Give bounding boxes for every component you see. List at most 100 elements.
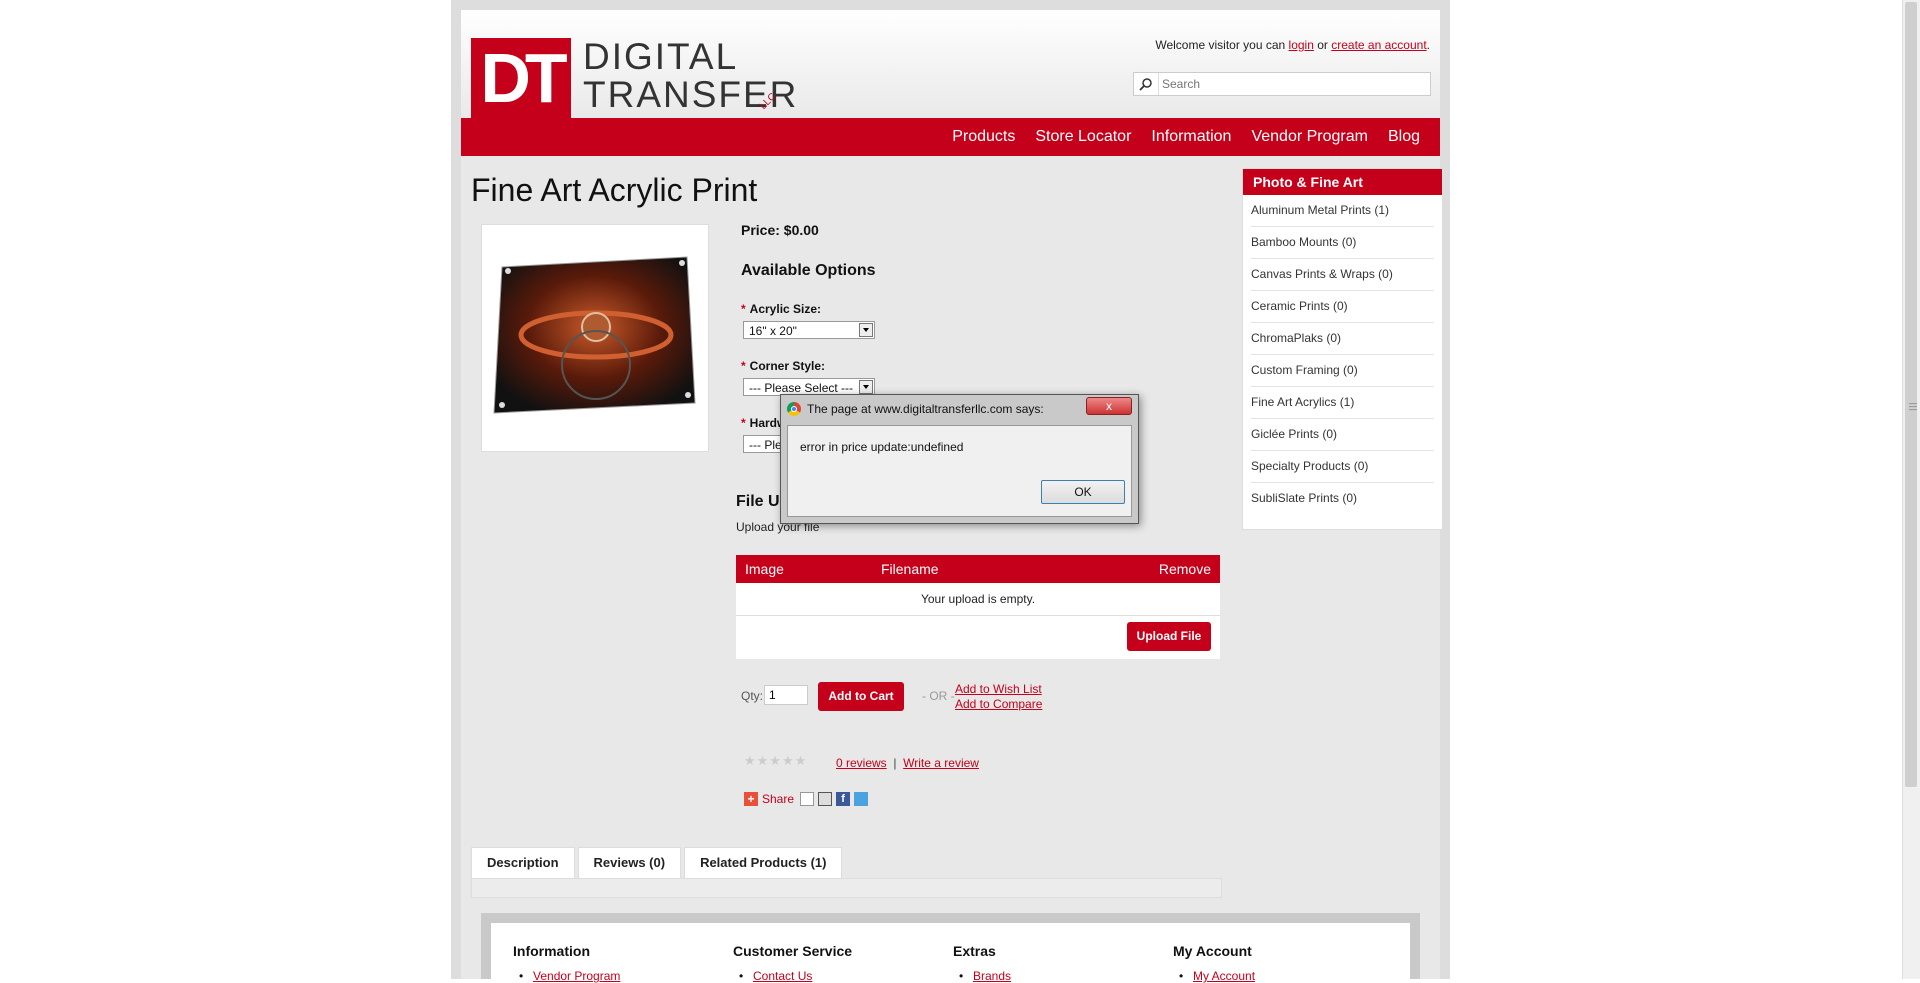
select-value: --- Please Select ---: [749, 381, 854, 395]
dialog-message: error in price update:undefined: [800, 440, 964, 454]
sidebar-item-bamboo-mounts[interactable]: Bamboo Mounts (0): [1251, 227, 1434, 259]
add-to-cart-button[interactable]: Add to Cart: [818, 682, 904, 711]
logo-line-1: DIGITAL: [583, 36, 739, 77]
col-remove: Remove: [1158, 561, 1211, 577]
sidebar-item-sublislate-prints[interactable]: SubliSlate Prints (0): [1251, 483, 1434, 514]
scrollbar-thumb[interactable]: — — —: [1905, 2, 1917, 787]
tab-description[interactable]: Description: [471, 847, 575, 879]
nav-item-products[interactable]: Products: [942, 118, 1025, 156]
option-label-text: Corner Style:: [749, 359, 826, 373]
chevron-down-icon[interactable]: [859, 323, 873, 337]
sidebar-item-chromaplaks[interactable]: ChromaPlaks (0): [1251, 323, 1434, 355]
review-links: 0 reviews | Write a review: [836, 756, 979, 770]
footer-box: Information Vendor Program Customer Serv…: [491, 923, 1410, 983]
sidebar-item-giclee-prints[interactable]: Giclée Prints (0): [1251, 419, 1434, 451]
acrylic-size-select[interactable]: 16" x 20": [743, 321, 875, 339]
footer-link[interactable]: Contact Us: [733, 969, 852, 983]
grip-icon: — — —: [1909, 399, 1917, 414]
footer-link[interactable]: Brands: [953, 969, 1011, 983]
add-to-compare-link[interactable]: Add to Compare: [955, 697, 1042, 711]
upload-table-header: Image Filename Remove: [736, 555, 1220, 583]
share-bar: + Share f: [744, 790, 872, 808]
footer-heading: Extras: [953, 943, 996, 959]
site-logo[interactable]: DT DIGITAL TRANSFER LLC: [471, 28, 796, 118]
qty-input[interactable]: [764, 685, 808, 705]
col-filename: Filename: [881, 561, 939, 577]
option-label-acrylic-size: * Acrylic Size:: [741, 302, 821, 316]
tab-related-products[interactable]: Related Products (1): [684, 847, 843, 879]
sidebar-item-custom-framing[interactable]: Custom Framing (0): [1251, 355, 1434, 387]
tab-reviews[interactable]: Reviews (0): [577, 847, 682, 879]
close-icon[interactable]: x: [1086, 397, 1132, 415]
search-box: [1133, 72, 1431, 96]
share-plus-icon[interactable]: +: [744, 792, 758, 806]
upload-table: Image Filename Remove Your upload is emp…: [736, 555, 1220, 659]
write-review-link[interactable]: Write a review: [903, 756, 979, 770]
email-icon[interactable]: [800, 792, 815, 806]
option-label-text: Acrylic Size:: [749, 302, 822, 316]
required-mark: *: [741, 302, 746, 316]
sidebar-item-fine-art-acrylics[interactable]: Fine Art Acrylics (1): [1251, 387, 1434, 419]
tab-panel: [471, 878, 1222, 898]
footer-col-customer-service: Customer Service Contact Us: [733, 943, 852, 983]
nav-item-blog[interactable]: Blog: [1378, 118, 1430, 156]
search-icon[interactable]: [1134, 73, 1159, 95]
chrome-icon: [787, 402, 801, 416]
product-image-frame[interactable]: [481, 224, 709, 452]
header: DT DIGITAL TRANSFER LLC Welcome visitor …: [461, 10, 1440, 118]
alert-dialog: The page at www.digitaltransferllc.com s…: [780, 394, 1139, 524]
product-image[interactable]: [492, 255, 697, 415]
footer-link[interactable]: Vendor Program: [513, 969, 620, 983]
logo-mark: DT: [471, 38, 571, 118]
upload-file-button[interactable]: Upload File: [1127, 622, 1211, 651]
main-nav: Products Store Locator Information Vendo…: [461, 118, 1440, 156]
sidebar-item-specialty-products[interactable]: Specialty Products (0): [1251, 451, 1434, 483]
create-account-link[interactable]: create an account: [1331, 38, 1426, 52]
rating-stars: ★★★★★: [744, 753, 808, 768]
qty-label: Qty:: [741, 689, 764, 703]
welcome-prefix: Welcome visitor you can: [1155, 38, 1286, 52]
options-title: Available Options: [741, 262, 876, 279]
reviews-count-link[interactable]: 0 reviews: [836, 756, 887, 770]
sidebar-title: Photo & Fine Art: [1243, 169, 1442, 195]
twitter-icon[interactable]: [854, 792, 869, 806]
footer-heading: Customer Service: [733, 943, 853, 959]
select-value: 16" x 20": [749, 324, 797, 338]
dialog-body: error in price update:undefined OK: [787, 425, 1132, 517]
product-tabs: Description Reviews (0) Related Products…: [471, 847, 845, 879]
required-mark: *: [741, 359, 746, 373]
chevron-down-icon[interactable]: [859, 380, 873, 394]
or-separator: - OR -: [922, 689, 955, 703]
welcome-or: or: [1317, 38, 1328, 52]
welcome-suffix: .: [1426, 38, 1430, 52]
footer-col-extras: Extras Brands: [953, 943, 1011, 983]
sidebar-item-canvas-prints[interactable]: Canvas Prints & Wraps (0): [1251, 259, 1434, 291]
product-title: Fine Art Acrylic Print: [471, 172, 758, 208]
print-icon[interactable]: [818, 792, 833, 806]
footer-col-my-account: My Account My Account: [1173, 943, 1255, 983]
footer: Information Vendor Program Customer Serv…: [481, 913, 1420, 983]
share-link[interactable]: Share: [762, 792, 794, 806]
search-input[interactable]: [1162, 73, 1422, 95]
option-label-corner-style: * Corner Style:: [741, 359, 825, 373]
ok-button[interactable]: OK: [1041, 480, 1125, 504]
product-price: Price: $0.00: [741, 222, 819, 238]
login-link[interactable]: login: [1289, 38, 1314, 52]
footer-col-information: Information Vendor Program: [513, 943, 620, 983]
welcome-message: Welcome visitor you can login or create …: [1155, 38, 1430, 52]
dialog-title-text: The page at www.digitaltransferllc.com s…: [807, 402, 1044, 416]
sidebar-item-aluminum-metal-prints[interactable]: Aluminum Metal Prints (1): [1251, 195, 1434, 227]
footer-heading: Information: [513, 943, 590, 959]
scrollbar[interactable]: — — —: [1902, 0, 1920, 979]
category-sidebar: Photo & Fine Art Aluminum Metal Prints (…: [1242, 168, 1443, 530]
col-image: Image: [745, 561, 784, 577]
upload-empty-message: Your upload is empty.: [736, 583, 1220, 616]
dialog-title: The page at www.digitaltransferllc.com s…: [787, 402, 1044, 416]
footer-link[interactable]: My Account: [1173, 969, 1255, 983]
nav-item-store-locator[interactable]: Store Locator: [1025, 118, 1141, 156]
nav-item-vendor-program[interactable]: Vendor Program: [1241, 118, 1378, 156]
nav-item-information[interactable]: Information: [1141, 118, 1241, 156]
facebook-icon[interactable]: f: [836, 792, 851, 806]
sidebar-item-ceramic-prints[interactable]: Ceramic Prints (0): [1251, 291, 1434, 323]
add-to-wishlist-link[interactable]: Add to Wish List: [955, 682, 1042, 696]
